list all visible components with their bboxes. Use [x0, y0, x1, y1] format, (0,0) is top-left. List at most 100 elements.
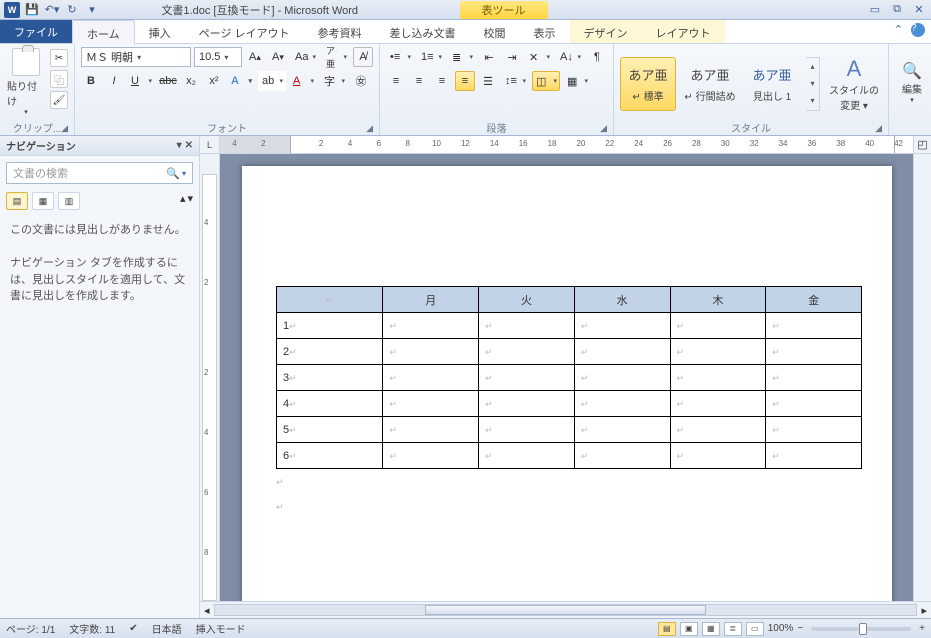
ruler-toggle-icon[interactable]: ◰ [913, 136, 931, 153]
table-header-cell[interactable]: ↵ [277, 287, 383, 313]
nav-next-icon[interactable]: ▾ [187, 192, 193, 210]
tab-home[interactable]: ホーム [72, 20, 135, 44]
highlight-icon[interactable]: ab [258, 71, 286, 91]
align-left-icon[interactable]: ≡ [386, 71, 406, 91]
asian-layout-icon[interactable]: ✕ [525, 47, 553, 67]
scroll-left-icon[interactable]: ◂ [204, 604, 210, 617]
cut-icon[interactable]: ✂ [50, 49, 68, 67]
table-row[interactable]: 6↵↵↵↵↵↵ [277, 443, 862, 469]
change-case-icon[interactable]: Aa [291, 47, 319, 67]
shrink-font-icon[interactable]: A▾ [268, 47, 288, 67]
table-row[interactable]: 1↵↵↵↵↵↵ [277, 313, 862, 339]
font-name-combo[interactable]: ＭＳ 明朝▾ [81, 47, 191, 67]
qat-more-icon[interactable]: ▾ [84, 2, 100, 18]
redo-icon[interactable]: ↻ [64, 2, 80, 18]
status-words[interactable]: 文字数: 11 [69, 621, 115, 636]
underline-button[interactable]: U [127, 71, 155, 91]
tab-review[interactable]: 校閲 [470, 20, 520, 43]
help-icon[interactable]: ? [911, 23, 925, 37]
search-icon[interactable]: 🔍 [166, 167, 180, 180]
phonetic-guide-icon[interactable]: ア亜 [322, 47, 350, 67]
zoom-slider[interactable] [811, 627, 911, 631]
sort-icon[interactable]: A↓ [556, 47, 584, 67]
status-page[interactable]: ページ: 1/1 [6, 621, 55, 636]
tab-mailings[interactable]: 差し込み文書 [376, 20, 470, 43]
status-lang[interactable]: 日本語 [152, 621, 182, 636]
nav-close-icon[interactable]: ✕ [185, 140, 193, 151]
minimize-icon[interactable]: ▭ [867, 2, 883, 18]
status-mode[interactable]: 挿入モード [196, 621, 246, 636]
italic-button[interactable]: I [104, 71, 124, 91]
status-proof-icon[interactable]: ✔ [129, 623, 137, 634]
superscript-button[interactable]: x² [204, 71, 224, 91]
paste-button[interactable]: 貼り付け ▾ [6, 47, 46, 117]
tab-references[interactable]: 参考資料 [304, 20, 376, 43]
strike-button[interactable]: abc [158, 71, 178, 91]
text-effects-icon[interactable]: A [227, 71, 255, 91]
vertical-scrollbar[interactable] [913, 154, 931, 601]
table-row[interactable]: 5↵↵↵↵↵↵ [277, 417, 862, 443]
grow-font-icon[interactable]: A▴ [245, 47, 265, 67]
save-icon[interactable]: 💾 [24, 2, 40, 18]
styles-dialog-icon[interactable]: ◢ [875, 123, 882, 134]
nav-tab-results[interactable]: ▥ [58, 192, 80, 210]
table-header-cell[interactable]: 金 [766, 287, 862, 313]
horizontal-scrollbar[interactable]: ◂ ▸ [200, 601, 931, 618]
indent-decrease-icon[interactable]: ⇤ [479, 47, 499, 67]
table-header-cell[interactable]: 木 [670, 287, 766, 313]
table-header-cell[interactable]: 火 [479, 287, 575, 313]
zoom-label[interactable]: 100% [768, 623, 794, 634]
view-fullscreen-icon[interactable]: ▣ [680, 622, 698, 636]
subscript-button[interactable]: x₂ [181, 71, 201, 91]
clipboard-dialog-icon[interactable]: ◢ [61, 123, 68, 134]
styles-more[interactable]: ▴▾▾ [806, 57, 820, 111]
table-row[interactable]: 2↵↵↵↵↵↵ [277, 339, 862, 365]
view-draft-icon[interactable]: ▭ [746, 622, 764, 636]
nav-tab-headings[interactable]: ▤ [6, 192, 28, 210]
view-outline-icon[interactable]: ≣ [724, 622, 742, 636]
style-heading1[interactable]: あア亜見出し 1 [744, 57, 800, 111]
tab-view[interactable]: 表示 [520, 20, 570, 43]
format-painter-icon[interactable]: 🖌 [50, 91, 68, 109]
nav-tab-pages[interactable]: ▦ [32, 192, 54, 210]
tab-selector[interactable]: L [200, 136, 220, 153]
change-styles-button[interactable]: Aスタイルの 変更 ▾ [826, 49, 882, 119]
search-input[interactable]: 文書の検索 🔍▾ [6, 162, 193, 184]
table-header-cell[interactable]: 月 [383, 287, 479, 313]
show-marks-icon[interactable]: ¶ [587, 47, 607, 67]
style-no-spacing[interactable]: あア亜↵ 行間詰め [682, 57, 738, 111]
zoom-out-icon[interactable]: − [797, 623, 803, 634]
clear-format-icon[interactable]: A̸ [353, 47, 373, 67]
enclose-char-icon[interactable]: ㊛ [351, 71, 371, 91]
font-color-icon[interactable]: A [289, 71, 317, 91]
shading-icon[interactable]: ◫ [532, 71, 560, 91]
nav-dd-icon[interactable]: ▾ [177, 140, 182, 151]
distribute-icon[interactable]: ☰ [478, 71, 498, 91]
scroll-right-icon[interactable]: ▸ [921, 604, 927, 617]
tab-file[interactable]: ファイル [0, 20, 72, 43]
vertical-ruler[interactable]: 42246810 [200, 154, 220, 601]
char-shading-icon[interactable]: 字 [320, 71, 348, 91]
minimize-ribbon-icon[interactable]: ⌃ [894, 23, 903, 40]
table-row[interactable]: 4↵↵↵↵↵↵ [277, 391, 862, 417]
align-right-icon[interactable]: ≡ [432, 71, 452, 91]
restore-icon[interactable]: ⧉ [889, 2, 905, 18]
font-dialog-icon[interactable]: ◢ [366, 123, 373, 134]
table-header-cell[interactable]: 水 [574, 287, 670, 313]
tab-table-layout[interactable]: レイアウト [642, 20, 725, 43]
table-row[interactable]: 3↵↵↵↵↵↵ [277, 365, 862, 391]
numbering-icon[interactable]: 1≡ [417, 47, 445, 67]
close-icon[interactable]: ✕ [911, 2, 927, 18]
view-print-icon[interactable]: ▤ [658, 622, 676, 636]
tab-table-design[interactable]: デザイン [570, 20, 642, 43]
align-justify-icon[interactable]: ≡ [455, 71, 475, 91]
zoom-in-icon[interactable]: + [919, 623, 925, 634]
copy-icon[interactable]: ⿻ [50, 70, 68, 88]
document-canvas[interactable]: ↵月火水木金 1↵↵↵↵↵↵2↵↵↵↵↵↵3↵↵↵↵↵↵4↵↵↵↵↵↵5↵↵↵↵… [220, 154, 913, 601]
nav-prev-icon[interactable]: ▴ [180, 192, 186, 210]
editing-button[interactable]: 🔍編集▾ [895, 47, 929, 117]
bold-button[interactable]: B [81, 71, 101, 91]
tab-page-layout[interactable]: ページ レイアウト [185, 20, 304, 43]
tab-insert[interactable]: 挿入 [135, 20, 185, 43]
indent-increase-icon[interactable]: ⇥ [502, 47, 522, 67]
